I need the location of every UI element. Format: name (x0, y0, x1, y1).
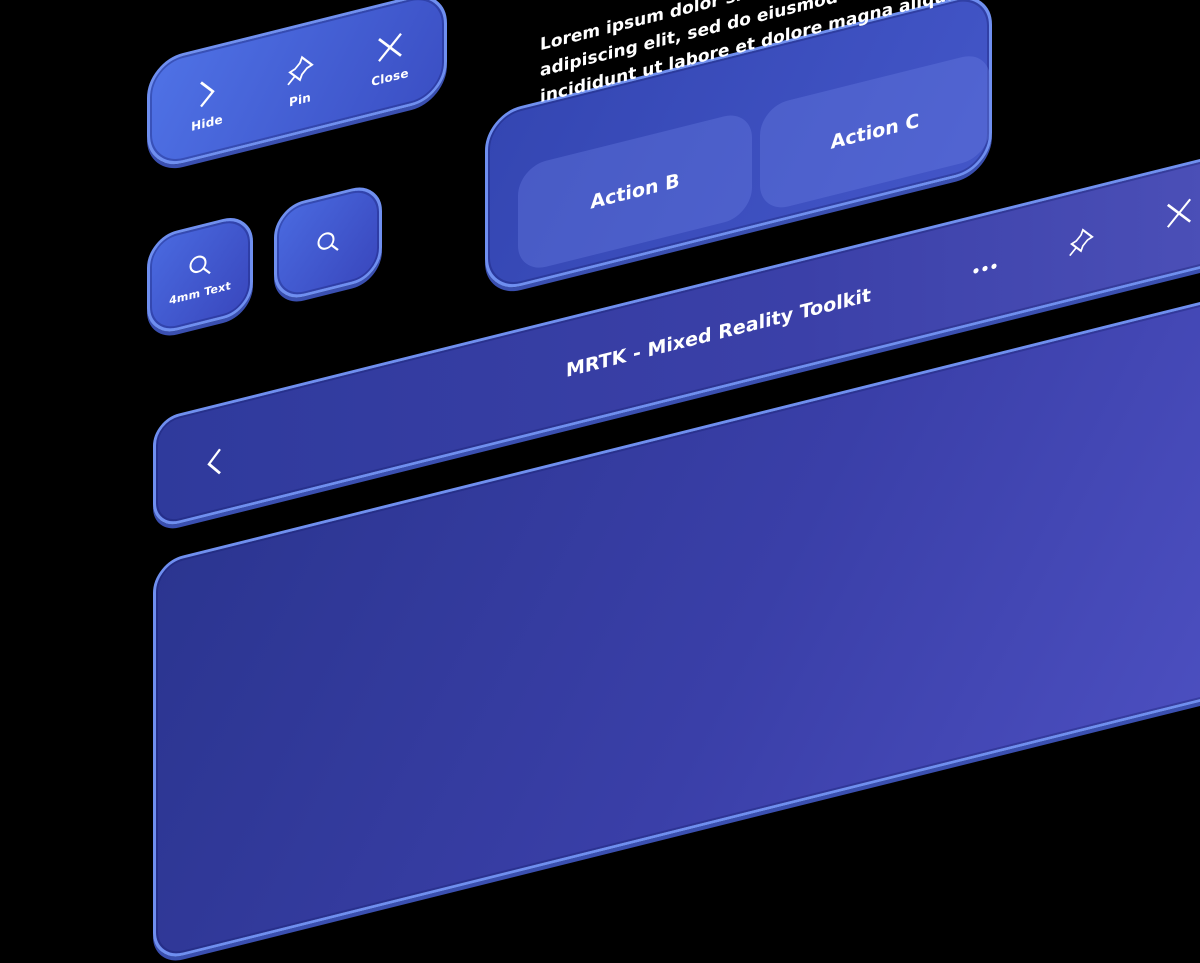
close-label: Close (371, 65, 409, 90)
pin-icon (1069, 228, 1094, 257)
text-button-label: 4mm Text (169, 278, 231, 307)
hide-label: Hide (191, 112, 223, 134)
hide-button[interactable]: Hide (172, 55, 242, 152)
window-title: MRTK - Mixed Reality Toolkit (566, 283, 871, 383)
search-button[interactable] (274, 181, 382, 304)
pin-label: Pin (288, 90, 312, 110)
action-c-button[interactable]: Action C (760, 50, 990, 214)
action-b-label: Action B (590, 169, 680, 214)
action-b-button[interactable]: Action B (518, 109, 752, 274)
back-button[interactable] (194, 433, 234, 493)
pin-button[interactable] (1064, 217, 1098, 265)
pin-icon (287, 55, 314, 86)
more-icon (973, 263, 997, 274)
search-button-content (277, 185, 379, 300)
chevron-left-icon (207, 448, 221, 475)
search-icon (317, 232, 339, 251)
search-icon (189, 255, 211, 274)
more-button[interactable] (968, 249, 1002, 287)
chevron-right-icon (200, 81, 215, 108)
search-text-button[interactable]: 4mm Text (147, 211, 253, 338)
close-icon (1166, 198, 1192, 228)
search-text-content: 4mm Text (150, 215, 250, 336)
pin-button[interactable]: Pin (265, 32, 335, 129)
close-button[interactable]: Close (355, 10, 425, 107)
action-c-label: Action C (830, 109, 920, 154)
close-icon (378, 33, 402, 62)
close-button[interactable] (1161, 189, 1197, 238)
window-toolbar: Hide Pin Close (147, 0, 447, 172)
